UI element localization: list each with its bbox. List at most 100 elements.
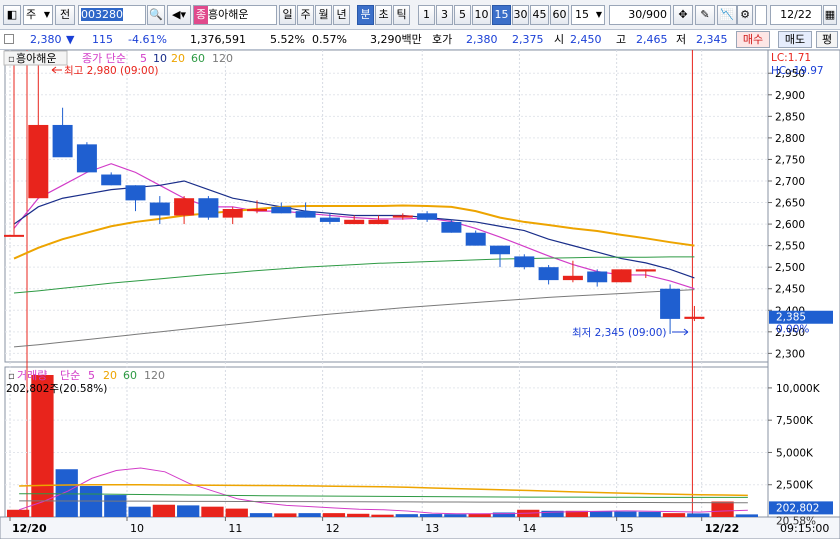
date-checkbox[interactable] xyxy=(755,5,767,25)
price-legend-ma10: 10 xyxy=(153,52,167,65)
candle-body xyxy=(319,217,340,222)
volume-tick-label: 7,500K xyxy=(776,415,814,427)
draw-tool-icon[interactable]: ✎ xyxy=(695,5,715,25)
stock-chart[interactable]: 2,3002,3502,4002,4502,5002,5502,6002,650… xyxy=(0,50,840,539)
period-tab[interactable]: 일 xyxy=(279,5,296,25)
price-legend-prefix: 종가 단순 xyxy=(82,52,126,65)
market-select[interactable]: 주 ▼ xyxy=(23,5,53,25)
interval-tab[interactable]: 5 xyxy=(454,5,471,25)
current-pct-label: 0.00% xyxy=(776,324,809,336)
volume-bar xyxy=(225,508,248,517)
low-annotation: 최저 2,345 (09:00) xyxy=(572,327,667,339)
volume-legend-ma60: 60 xyxy=(123,369,137,382)
candle-body xyxy=(490,245,510,255)
interval-select[interactable]: 15 ▼ xyxy=(571,5,605,25)
open-label: 시 xyxy=(554,33,565,46)
candle-body xyxy=(684,316,705,319)
x-tick-label: 14 xyxy=(522,522,536,535)
price-legend-ma60: 60 xyxy=(191,52,205,65)
candle-body xyxy=(222,209,243,218)
interval-tab[interactable]: 60 xyxy=(550,5,569,25)
current-price-tag-label: 2,385 xyxy=(776,312,806,324)
stock-type-badge: 종 xyxy=(194,6,208,24)
quote-bar: 2,380 ▼ 115 -4.61% 1,376,591 5.52% 0.57%… xyxy=(0,30,840,50)
volume-bar xyxy=(395,514,418,517)
count-value: 30 xyxy=(628,8,643,21)
stock-code-value: 003280 xyxy=(81,8,123,21)
avg-button[interactable]: 평 xyxy=(816,31,838,48)
sell-button[interactable]: 매도 xyxy=(778,31,812,48)
candle-body xyxy=(149,202,170,216)
volume-tick-label: 2,500K xyxy=(776,480,814,492)
ask-label: 호가 xyxy=(432,33,453,46)
volume-bar xyxy=(589,511,613,517)
low-price: 2,345 xyxy=(696,33,728,46)
quote-checkbox[interactable] xyxy=(4,34,14,44)
period-tab[interactable]: 년 xyxy=(333,5,350,25)
candle-body xyxy=(52,124,73,158)
candle-body xyxy=(392,215,413,218)
volume-bar xyxy=(735,514,758,517)
x-tick-label: 12 xyxy=(326,522,340,535)
candle-body xyxy=(538,267,559,281)
x-tick-label: 11 xyxy=(228,522,242,535)
x-tick-label: 10 xyxy=(130,522,144,535)
volume-legend-ma120: 120 xyxy=(144,369,165,382)
volume-bar xyxy=(128,506,151,517)
interval-tab[interactable]: 1 xyxy=(418,5,435,25)
chart-menu-icon[interactable]: ◧ xyxy=(3,5,21,25)
volume-bar xyxy=(347,513,370,517)
calendar-icon[interactable]: ▦ xyxy=(823,5,837,25)
open-price: 2,450 xyxy=(570,33,602,46)
prev-stock-icon[interactable]: ◀▾ xyxy=(167,5,191,25)
chart-type-icon[interactable]: 📉 xyxy=(717,5,737,25)
volume-bar xyxy=(7,509,30,517)
count-total: /900 xyxy=(642,8,667,21)
buy-button[interactable]: 매수 xyxy=(736,31,770,48)
crosshair-icon[interactable]: ✥ xyxy=(673,5,693,25)
candle-body xyxy=(635,269,656,272)
volume-tick-label: 5,000K xyxy=(776,447,814,459)
price-tick-label: 2,850 xyxy=(775,111,805,123)
interval-tab[interactable]: 30 xyxy=(512,5,529,25)
volume-bar xyxy=(249,513,273,517)
low-label: 저 xyxy=(676,33,687,46)
date-input[interactable]: 12/22 xyxy=(770,5,822,25)
period-tab[interactable]: 틱 xyxy=(393,5,410,25)
interval-tab[interactable]: 10 xyxy=(472,5,491,25)
price-tick-label: 2,600 xyxy=(775,219,805,231)
interval-tab[interactable]: 3 xyxy=(436,5,453,25)
x-tick-label: 15 xyxy=(620,522,634,535)
settings-icon[interactable]: ⚙ xyxy=(737,5,753,25)
period-tab[interactable]: 초 xyxy=(375,5,392,25)
candle-body xyxy=(514,256,535,268)
interval-tab[interactable]: 45 xyxy=(530,5,549,25)
chevron-down-icon: ▼ xyxy=(43,10,50,19)
bid-price: 2,375 xyxy=(512,33,544,46)
stock-code-input[interactable]: 003280 xyxy=(78,5,146,25)
volume-legend-ma20: 20 xyxy=(103,369,117,382)
lc-label: LC:1.71 xyxy=(771,52,811,64)
price-tick-label: 2,750 xyxy=(775,154,805,166)
x-tick-label: 13 xyxy=(425,522,439,535)
data-count-field[interactable]: 30/900 xyxy=(609,5,671,25)
interval-tab[interactable]: 15 xyxy=(492,5,511,25)
volume-tag-label: 202,802 xyxy=(776,502,819,514)
search-icon[interactable]: 🔍 xyxy=(147,5,165,25)
volume-ratio: 5.52% xyxy=(270,33,305,46)
volume-bar xyxy=(55,469,78,517)
volume-value: 1,376,591 xyxy=(190,33,246,46)
price-tick-label: 2,550 xyxy=(775,241,805,253)
period-tab[interactable]: 주 xyxy=(297,5,314,25)
candle-body xyxy=(295,211,316,218)
candle-body xyxy=(562,275,583,281)
period-tab[interactable]: 분 xyxy=(357,5,374,25)
candle-body xyxy=(611,269,632,283)
volume-square-icon: ▫ xyxy=(8,371,15,382)
high-price: 2,465 xyxy=(636,33,668,46)
candle-body xyxy=(198,198,219,218)
chart-toolbar: ◧ 주 ▼ 전 003280 🔍 ◀▾ 종 흥아해운 일주월년분초틱 1 3 5 10 15… xyxy=(0,0,840,30)
volume-bar xyxy=(614,511,637,517)
screen-type-button[interactable]: 전 xyxy=(55,5,75,25)
period-tab[interactable]: 월 xyxy=(315,5,332,25)
